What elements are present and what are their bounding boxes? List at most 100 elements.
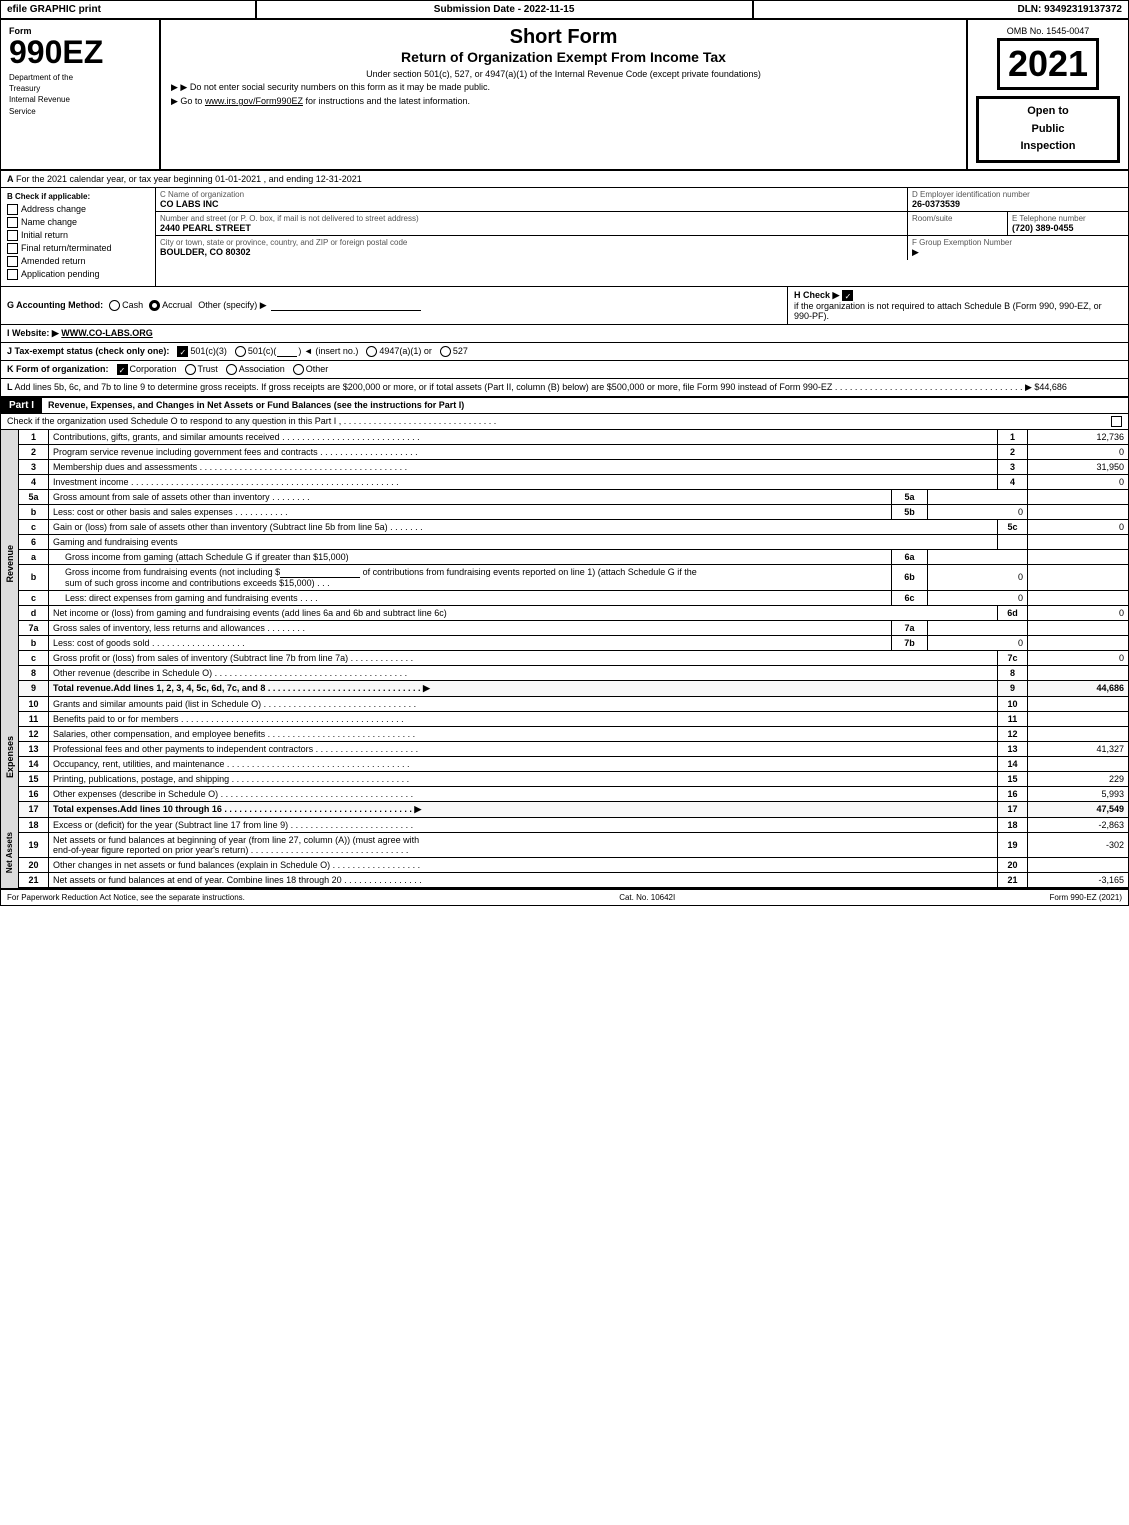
- row8-num: 8: [19, 666, 49, 680]
- check-application-pending[interactable]: Application pending: [7, 269, 149, 280]
- accrual-option[interactable]: Accrual: [149, 300, 192, 311]
- return-title: Return of Organization Exempt From Incom…: [171, 49, 956, 65]
- org-corporation[interactable]: ✓ Corporation: [117, 364, 177, 375]
- part1-check-note: Check if the organization used Schedule …: [1, 414, 1128, 430]
- row19-value: -302: [1028, 833, 1128, 857]
- row5c-desc: Gain or (loss) from sale of assets other…: [49, 520, 998, 534]
- row19-num: 19: [19, 833, 49, 857]
- row8-value: [1028, 666, 1128, 680]
- row21-linenum: 21: [998, 873, 1028, 887]
- row7a-box-val: [928, 621, 1028, 635]
- row6-linenum: [998, 535, 1028, 549]
- row6c-final: [1028, 591, 1128, 605]
- footer-left: For Paperwork Reduction Act Notice, see …: [7, 893, 245, 902]
- org-name: CO LABS INC: [160, 199, 903, 209]
- row6a-box-val: [928, 550, 1028, 564]
- row20-value: [1028, 858, 1128, 872]
- org-association[interactable]: Association: [226, 364, 285, 375]
- row6a-box-label: 6a: [892, 550, 928, 564]
- row5a-num: 5a: [19, 490, 49, 504]
- row13-value: 41,327: [1028, 742, 1128, 756]
- row10-num: 10: [19, 697, 49, 711]
- row9-num: 9: [19, 681, 49, 696]
- check-applicable-label: B Check if applicable:: [7, 192, 149, 201]
- row17-linenum: 17: [998, 802, 1028, 817]
- row6d-desc: Net income or (loss) from gaming and fun…: [49, 606, 998, 620]
- row5b-desc: Less: cost or other basis and sales expe…: [49, 505, 892, 519]
- row17-value: 47,549: [1028, 802, 1128, 817]
- row21-value: -3,165: [1028, 873, 1128, 887]
- row8-linenum: 8: [998, 666, 1028, 680]
- row11-value: [1028, 712, 1128, 726]
- row5a-final: [1028, 490, 1128, 504]
- org-trust[interactable]: Trust: [185, 364, 218, 375]
- row14-desc: Occupancy, rent, utilities, and maintena…: [49, 757, 998, 771]
- row20-linenum: 20: [998, 858, 1028, 872]
- row6-num: 6: [19, 535, 49, 549]
- row8-desc: Other revenue (describe in Schedule O) .…: [49, 666, 998, 680]
- check-initial-return[interactable]: Initial return: [7, 230, 149, 241]
- row14-value: [1028, 757, 1128, 771]
- h-check-row: H Check ▶ ✓ if the organization is not r…: [788, 287, 1128, 324]
- row13-linenum: 13: [998, 742, 1028, 756]
- row7a-num: 7a: [19, 621, 49, 635]
- row5b-box-label: 5b: [892, 505, 928, 519]
- row14-num: 14: [19, 757, 49, 771]
- other-option: Other (specify) ▶: [198, 300, 421, 311]
- city-label: City or town, state or province, country…: [160, 238, 903, 247]
- row1-linenum: 1: [998, 430, 1028, 444]
- row18-desc: Excess or (deficit) for the year (Subtra…: [49, 818, 998, 832]
- row6b-box-label: 6b: [892, 565, 928, 590]
- row10-value: [1028, 697, 1128, 711]
- row5b-num: b: [19, 505, 49, 519]
- row6a-final: [1028, 550, 1128, 564]
- row16-desc: Other expenses (describe in Schedule O) …: [49, 787, 998, 801]
- org-info-section: C Name of organization CO LABS INC D Emp…: [156, 188, 1128, 286]
- tax-501c[interactable]: 501(c)( ) ◄ (insert no.): [235, 346, 358, 357]
- row6c-box-label: 6c: [892, 591, 928, 605]
- phone-value: (720) 389-0455: [1012, 223, 1124, 233]
- check-amended-return[interactable]: Amended return: [7, 256, 149, 267]
- row6d-value: 0: [1028, 606, 1128, 620]
- tax-4947[interactable]: 4947(a)(1) or: [366, 346, 432, 357]
- cash-option[interactable]: Cash: [109, 300, 143, 311]
- row2-desc: Program service revenue including govern…: [49, 445, 998, 459]
- row15-desc: Printing, publications, postage, and shi…: [49, 772, 998, 786]
- row5a-box-val: [928, 490, 1028, 504]
- revenue-section-label: Revenue: [1, 430, 19, 697]
- row18-linenum: 18: [998, 818, 1028, 832]
- row21-desc: Net assets or fund balances at end of ye…: [49, 873, 998, 887]
- top-bar-right: DLN: 93492319137372: [754, 1, 1128, 18]
- footer: For Paperwork Reduction Act Notice, see …: [1, 888, 1128, 905]
- check-final-return[interactable]: Final return/terminated: [7, 243, 149, 254]
- row3-value: 31,950: [1028, 460, 1128, 474]
- row17-desc: Total expenses. Add lines 10 through 16 …: [49, 802, 998, 817]
- year-box: 2021: [997, 38, 1099, 90]
- row6-value: [1028, 535, 1128, 549]
- street-label: Number and street (or P. O. box, if mail…: [160, 214, 903, 223]
- tax-527[interactable]: 527: [440, 346, 468, 357]
- row6d-num: d: [19, 606, 49, 620]
- check-applicable-section: B Check if applicable: Address change Na…: [1, 188, 156, 286]
- dept-info: Department of the Treasury Internal Reve…: [9, 72, 151, 117]
- row5a-box-label: 5a: [892, 490, 928, 504]
- row6c-desc: Less: direct expenses from gaming and fu…: [49, 591, 892, 605]
- row4-value: 0: [1028, 475, 1128, 489]
- tax-501c3[interactable]: ✓ 501(c)(3): [177, 346, 227, 357]
- check-address-change[interactable]: Address change: [7, 204, 149, 215]
- check-name-change[interactable]: Name change: [7, 217, 149, 228]
- row5a-desc: Gross amount from sale of assets other t…: [49, 490, 892, 504]
- row4-num: 4: [19, 475, 49, 489]
- row10-desc: Grants and similar amounts paid (list in…: [49, 697, 998, 711]
- row4-desc: Investment income . . . . . . . . . . . …: [49, 475, 998, 489]
- net-assets-section-label: Net Assets: [1, 818, 19, 888]
- row4-linenum: 4: [998, 475, 1028, 489]
- row10-linenum: 10: [998, 697, 1028, 711]
- row2-linenum: 2: [998, 445, 1028, 459]
- open-public-box: Open toPublicInspection: [976, 96, 1120, 163]
- c-label: C Name of organization: [160, 190, 903, 199]
- f-label: F Group Exemption Number: [912, 238, 1124, 247]
- org-other[interactable]: Other: [293, 364, 329, 375]
- footer-right: Form 990-EZ (2021): [1050, 893, 1122, 902]
- city-value: BOULDER, CO 80302: [160, 247, 903, 257]
